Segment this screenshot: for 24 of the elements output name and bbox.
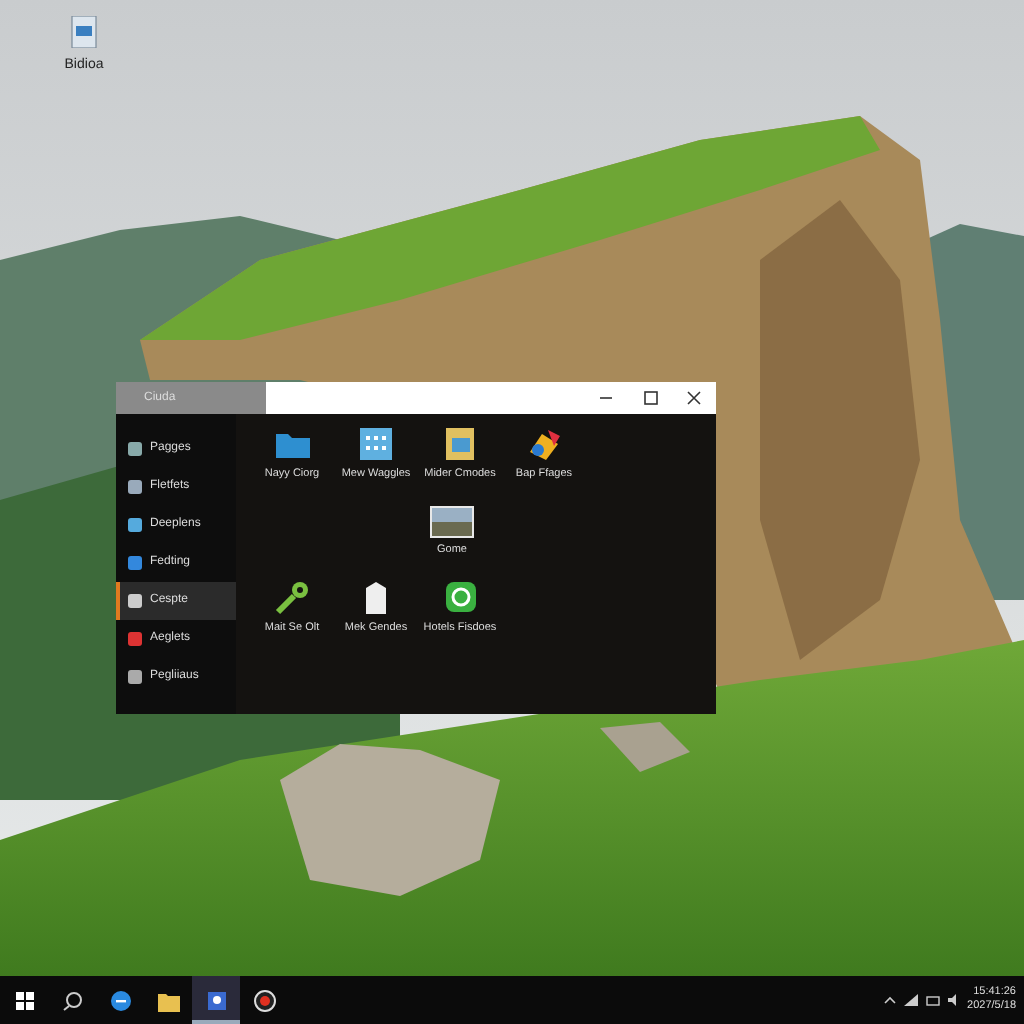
app-icon (128, 594, 142, 608)
app-icon (128, 632, 142, 646)
document-icon (70, 15, 98, 48)
app-icon (128, 518, 142, 532)
palette-icon (526, 426, 562, 462)
maximize-icon (642, 390, 658, 406)
grid-icon (358, 426, 394, 462)
chat-icon (442, 579, 478, 615)
close-icon (686, 390, 702, 406)
windows-logo-icon (15, 991, 33, 1009)
battery-icon (925, 995, 940, 1005)
network-icon (903, 994, 918, 1006)
app-icon (128, 670, 142, 684)
volume-icon (947, 994, 960, 1006)
rock-drawing (600, 722, 690, 772)
wrench-icon (274, 579, 310, 615)
app-icon (128, 442, 142, 456)
app-icon (128, 480, 142, 494)
taskbar-app[interactable] (192, 976, 240, 1024)
app-icon (128, 556, 142, 570)
picture-icon (430, 502, 474, 539)
search-icon (61, 989, 83, 1011)
record-icon (253, 989, 275, 1011)
chevron-up-icon (883, 996, 896, 1004)
